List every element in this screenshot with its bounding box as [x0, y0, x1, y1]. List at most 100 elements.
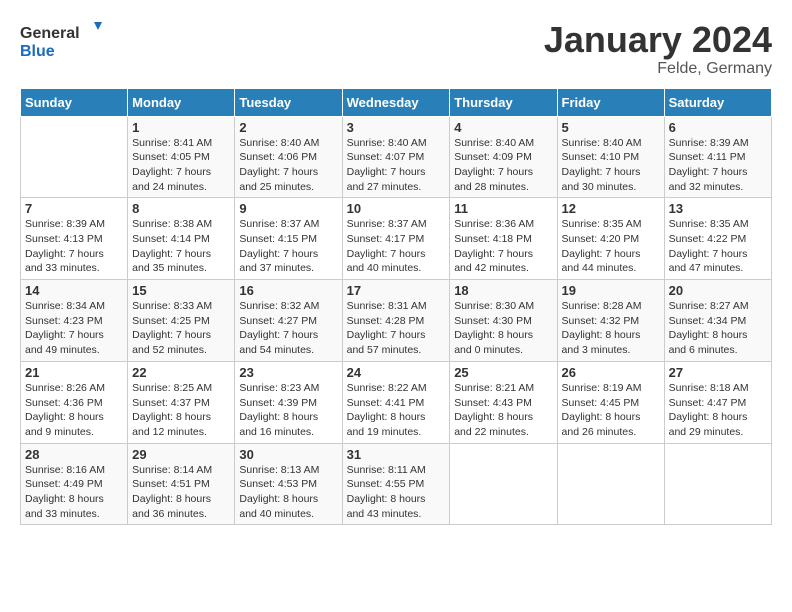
week-row-5: 28 Sunrise: 8:16 AM Sunset: 4:49 PM Dayl…	[21, 443, 772, 525]
day-number: 12	[562, 201, 660, 216]
day-number: 13	[669, 201, 767, 216]
daylight-text: Daylight: 8 hours and 22 minutes.	[454, 411, 533, 438]
header-saturday: Saturday	[664, 88, 771, 116]
sunset-text: Sunset: 4:41 PM	[347, 397, 425, 409]
sunset-text: Sunset: 4:32 PM	[562, 315, 640, 327]
cell-0-6: 6 Sunrise: 8:39 AM Sunset: 4:11 PM Dayli…	[664, 116, 771, 198]
sunrise-text: Sunrise: 8:26 AM	[25, 382, 105, 394]
day-number: 23	[239, 365, 337, 380]
sunset-text: Sunset: 4:07 PM	[347, 151, 425, 163]
day-number: 31	[347, 447, 446, 462]
calendar-table: Sunday Monday Tuesday Wednesday Thursday…	[20, 88, 772, 526]
sunset-text: Sunset: 4:43 PM	[454, 397, 532, 409]
week-row-4: 21 Sunrise: 8:26 AM Sunset: 4:36 PM Dayl…	[21, 361, 772, 443]
cell-info: Sunrise: 8:23 AM Sunset: 4:39 PM Dayligh…	[239, 381, 337, 440]
day-number: 16	[239, 283, 337, 298]
daylight-text: Daylight: 7 hours and 40 minutes.	[347, 248, 426, 275]
cell-info: Sunrise: 8:34 AM Sunset: 4:23 PM Dayligh…	[25, 299, 123, 358]
daylight-text: Daylight: 8 hours and 29 minutes.	[669, 411, 748, 438]
daylight-text: Daylight: 7 hours and 47 minutes.	[669, 248, 748, 275]
day-number: 28	[25, 447, 123, 462]
daylight-text: Daylight: 7 hours and 32 minutes.	[669, 166, 748, 193]
sunset-text: Sunset: 4:49 PM	[25, 478, 103, 490]
sunset-text: Sunset: 4:45 PM	[562, 397, 640, 409]
cell-3-6: 27 Sunrise: 8:18 AM Sunset: 4:47 PM Dayl…	[664, 361, 771, 443]
cell-4-1: 29 Sunrise: 8:14 AM Sunset: 4:51 PM Dayl…	[128, 443, 235, 525]
day-number: 10	[347, 201, 446, 216]
sunrise-text: Sunrise: 8:11 AM	[347, 464, 426, 476]
cell-3-5: 26 Sunrise: 8:19 AM Sunset: 4:45 PM Dayl…	[557, 361, 664, 443]
calendar-header-row: Sunday Monday Tuesday Wednesday Thursday…	[21, 88, 772, 116]
cell-info: Sunrise: 8:21 AM Sunset: 4:43 PM Dayligh…	[454, 381, 552, 440]
cell-info: Sunrise: 8:35 AM Sunset: 4:20 PM Dayligh…	[562, 217, 660, 276]
sunrise-text: Sunrise: 8:18 AM	[669, 382, 749, 394]
day-number: 8	[132, 201, 230, 216]
day-number: 18	[454, 283, 552, 298]
cell-4-0: 28 Sunrise: 8:16 AM Sunset: 4:49 PM Dayl…	[21, 443, 128, 525]
cell-info: Sunrise: 8:40 AM Sunset: 4:06 PM Dayligh…	[239, 136, 337, 195]
cell-3-1: 22 Sunrise: 8:25 AM Sunset: 4:37 PM Dayl…	[128, 361, 235, 443]
cell-4-6	[664, 443, 771, 525]
daylight-text: Daylight: 7 hours and 30 minutes.	[562, 166, 641, 193]
daylight-text: Daylight: 7 hours and 54 minutes.	[239, 329, 318, 356]
sunrise-text: Sunrise: 8:27 AM	[669, 300, 749, 312]
svg-text:Blue: Blue	[20, 43, 55, 60]
week-row-1: 1 Sunrise: 8:41 AM Sunset: 4:05 PM Dayli…	[21, 116, 772, 198]
sunset-text: Sunset: 4:39 PM	[239, 397, 317, 409]
cell-info: Sunrise: 8:38 AM Sunset: 4:14 PM Dayligh…	[132, 217, 230, 276]
cell-info: Sunrise: 8:13 AM Sunset: 4:53 PM Dayligh…	[239, 463, 337, 522]
sunrise-text: Sunrise: 8:30 AM	[454, 300, 534, 312]
sunset-text: Sunset: 4:20 PM	[562, 233, 640, 245]
day-number: 29	[132, 447, 230, 462]
daylight-text: Daylight: 8 hours and 9 minutes.	[25, 411, 104, 438]
sunrise-text: Sunrise: 8:25 AM	[132, 382, 212, 394]
cell-2-2: 16 Sunrise: 8:32 AM Sunset: 4:27 PM Dayl…	[235, 280, 342, 362]
day-number: 5	[562, 120, 660, 135]
cell-0-4: 4 Sunrise: 8:40 AM Sunset: 4:09 PM Dayli…	[450, 116, 557, 198]
daylight-text: Daylight: 8 hours and 26 minutes.	[562, 411, 641, 438]
sunset-text: Sunset: 4:25 PM	[132, 315, 210, 327]
sunset-text: Sunset: 4:15 PM	[239, 233, 317, 245]
sunrise-text: Sunrise: 8:39 AM	[669, 137, 749, 149]
cell-3-0: 21 Sunrise: 8:26 AM Sunset: 4:36 PM Dayl…	[21, 361, 128, 443]
day-number: 11	[454, 201, 552, 216]
cell-4-2: 30 Sunrise: 8:13 AM Sunset: 4:53 PM Dayl…	[235, 443, 342, 525]
cell-info: Sunrise: 8:19 AM Sunset: 4:45 PM Dayligh…	[562, 381, 660, 440]
sunrise-text: Sunrise: 8:23 AM	[239, 382, 319, 394]
cell-2-1: 15 Sunrise: 8:33 AM Sunset: 4:25 PM Dayl…	[128, 280, 235, 362]
page-header: General Blue January 2024 Felde, Germany	[20, 20, 772, 78]
sunrise-text: Sunrise: 8:40 AM	[239, 137, 319, 149]
daylight-text: Daylight: 7 hours and 28 minutes.	[454, 166, 533, 193]
cell-0-3: 3 Sunrise: 8:40 AM Sunset: 4:07 PM Dayli…	[342, 116, 450, 198]
cell-info: Sunrise: 8:31 AM Sunset: 4:28 PM Dayligh…	[347, 299, 446, 358]
cell-1-2: 9 Sunrise: 8:37 AM Sunset: 4:15 PM Dayli…	[235, 198, 342, 280]
sunrise-text: Sunrise: 8:33 AM	[132, 300, 212, 312]
cell-3-4: 25 Sunrise: 8:21 AM Sunset: 4:43 PM Dayl…	[450, 361, 557, 443]
day-number: 19	[562, 283, 660, 298]
sunrise-text: Sunrise: 8:19 AM	[562, 382, 642, 394]
sunrise-text: Sunrise: 8:32 AM	[239, 300, 319, 312]
sunrise-text: Sunrise: 8:21 AM	[454, 382, 534, 394]
day-number: 30	[239, 447, 337, 462]
daylight-text: Daylight: 8 hours and 19 minutes.	[347, 411, 426, 438]
day-number: 2	[239, 120, 337, 135]
sunrise-text: Sunrise: 8:37 AM	[347, 218, 427, 230]
cell-info: Sunrise: 8:25 AM Sunset: 4:37 PM Dayligh…	[132, 381, 230, 440]
sunset-text: Sunset: 4:36 PM	[25, 397, 103, 409]
sunset-text: Sunset: 4:13 PM	[25, 233, 103, 245]
sunrise-text: Sunrise: 8:36 AM	[454, 218, 534, 230]
header-friday: Friday	[557, 88, 664, 116]
cell-0-2: 2 Sunrise: 8:40 AM Sunset: 4:06 PM Dayli…	[235, 116, 342, 198]
sunrise-text: Sunrise: 8:40 AM	[562, 137, 642, 149]
sunrise-text: Sunrise: 8:41 AM	[132, 137, 212, 149]
sunrise-text: Sunrise: 8:38 AM	[132, 218, 212, 230]
daylight-text: Daylight: 7 hours and 57 minutes.	[347, 329, 426, 356]
daylight-text: Daylight: 7 hours and 35 minutes.	[132, 248, 211, 275]
cell-1-4: 11 Sunrise: 8:36 AM Sunset: 4:18 PM Dayl…	[450, 198, 557, 280]
day-number: 6	[669, 120, 767, 135]
day-number: 20	[669, 283, 767, 298]
sunrise-text: Sunrise: 8:22 AM	[347, 382, 427, 394]
header-tuesday: Tuesday	[235, 88, 342, 116]
svg-text:General: General	[20, 25, 80, 42]
day-number: 24	[347, 365, 446, 380]
